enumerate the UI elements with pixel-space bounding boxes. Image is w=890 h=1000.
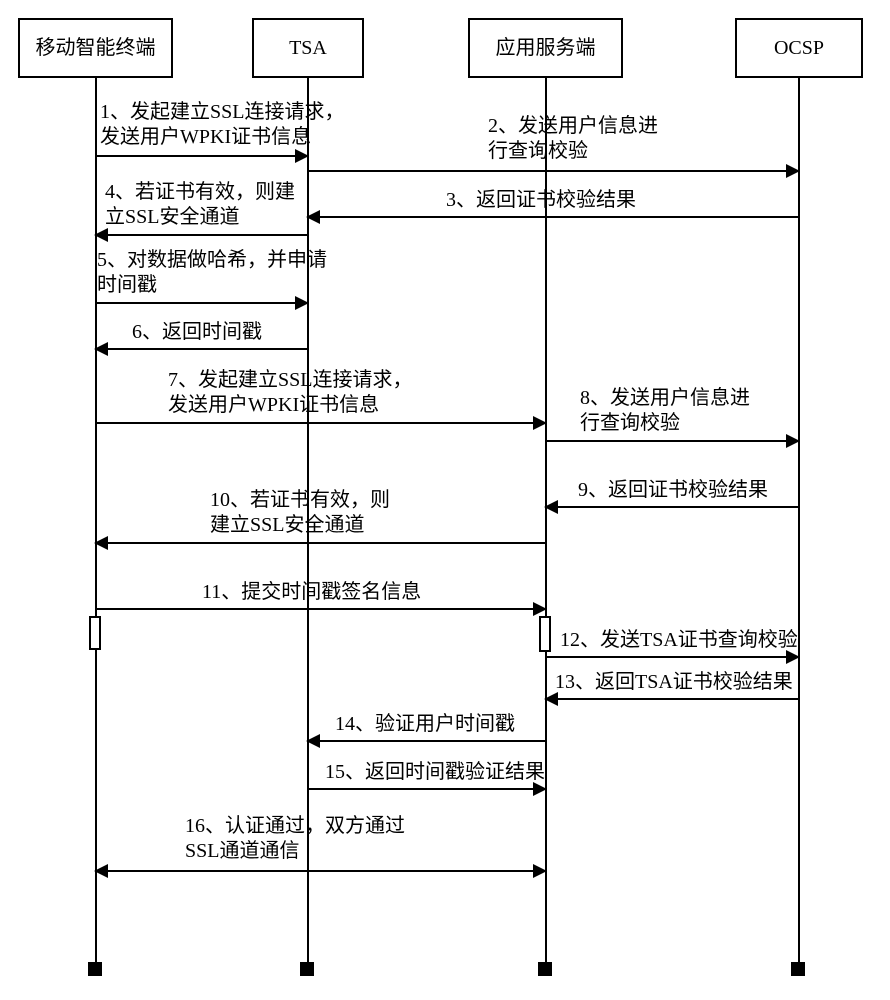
- msg-9-label: 9、返回证书校验结果: [578, 478, 768, 503]
- msg-12-label: 12、发送TSA证书查询校验: [560, 628, 798, 653]
- msg-16-label: 16、认证通过，双方通过 SSL通道通信: [185, 814, 405, 864]
- participant-terminal: 移动智能终端: [18, 18, 173, 78]
- participant-label: 移动智能终端: [36, 36, 156, 60]
- participant-tsa: TSA: [252, 18, 364, 78]
- arrow-1: [96, 155, 307, 157]
- activation-terminal: [89, 616, 101, 650]
- arrow-4: [96, 234, 307, 236]
- arrow-2: [308, 170, 798, 172]
- msg-6-label: 6、返回时间戳: [132, 320, 262, 345]
- lifeline-end: [538, 962, 552, 976]
- arrow-11: [96, 608, 545, 610]
- participant-label: OCSP: [774, 36, 824, 60]
- msg-11-label: 11、提交时间戳签名信息: [202, 580, 421, 605]
- participant-server: 应用服务端: [468, 18, 623, 78]
- msg-10-label: 10、若证书有效，则 建立SSL安全通道: [210, 488, 390, 538]
- msg-5-label: 5、对数据做哈希，并申请 时间戳: [97, 248, 327, 298]
- msg-1-label: 1、发起建立SSL连接请求， 发送用户WPKI证书信息: [100, 100, 344, 150]
- msg-8-label: 8、发送用户信息进 行查询校验: [580, 386, 750, 436]
- lifeline-end: [791, 962, 805, 976]
- participant-ocsp: OCSP: [735, 18, 863, 78]
- arrow-9: [546, 506, 798, 508]
- activation-server: [539, 616, 551, 652]
- participant-label: TSA: [289, 36, 327, 60]
- msg-15-label: 15、返回时间戳验证结果: [325, 760, 545, 785]
- lifeline-terminal: [95, 78, 97, 970]
- arrow-12: [546, 656, 798, 658]
- msg-14-label: 14、验证用户时间戳: [335, 712, 515, 737]
- arrow-3: [308, 216, 798, 218]
- arrow-16: [96, 870, 545, 872]
- arrow-6: [96, 348, 307, 350]
- lifeline-end: [88, 962, 102, 976]
- arrow-8: [546, 440, 798, 442]
- msg-13-label: 13、返回TSA证书校验结果: [555, 670, 793, 695]
- msg-2-label: 2、发送用户信息进 行查询校验: [488, 114, 658, 164]
- arrow-5: [96, 302, 307, 304]
- msg-4-label: 4、若证书有效，则建 立SSL安全通道: [105, 180, 295, 230]
- participant-label: 应用服务端: [496, 36, 596, 60]
- arrow-7: [96, 422, 545, 424]
- sequence-diagram: 移动智能终端 TSA 应用服务端 OCSP 1、发起建立SSL连接请求， 发送用…: [0, 0, 890, 1000]
- arrow-13: [546, 698, 798, 700]
- msg-7-label: 7、发起建立SSL连接请求， 发送用户WPKI证书信息: [168, 368, 412, 418]
- arrow-14: [308, 740, 545, 742]
- msg-3-label: 3、返回证书校验结果: [446, 188, 636, 213]
- arrow-15: [308, 788, 545, 790]
- lifeline-end: [300, 962, 314, 976]
- lifeline-ocsp: [798, 78, 800, 970]
- arrow-10: [96, 542, 545, 544]
